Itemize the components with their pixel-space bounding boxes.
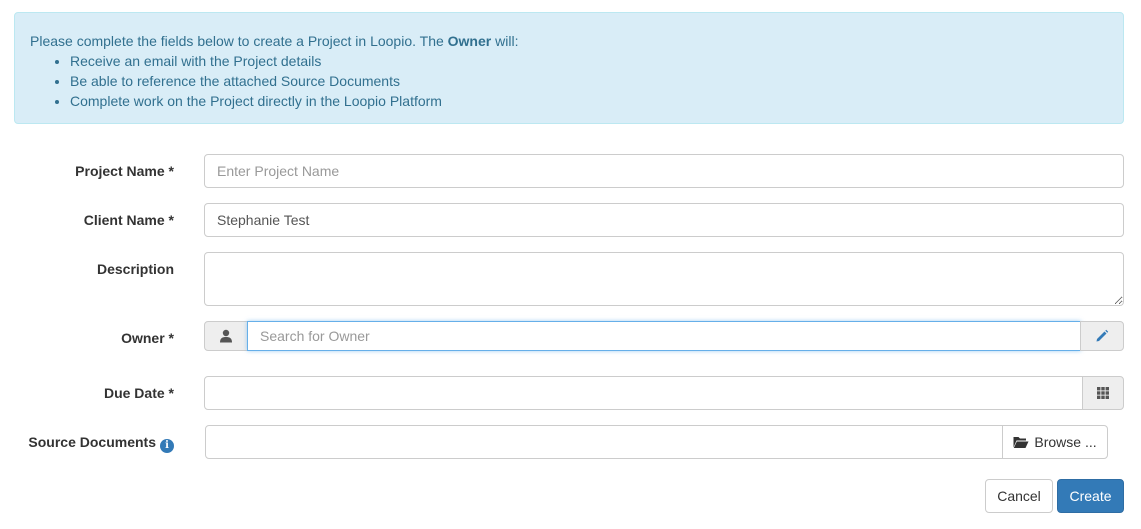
pencil-icon bbox=[1096, 329, 1109, 342]
project-name-input[interactable] bbox=[204, 154, 1124, 188]
client-name-label: Client Name * bbox=[83, 212, 174, 228]
owner-addon bbox=[204, 321, 248, 351]
client-name-input[interactable] bbox=[204, 203, 1124, 237]
project-name-label: Project Name * bbox=[75, 163, 174, 179]
info-icon[interactable]: i bbox=[160, 438, 174, 453]
description-textarea[interactable] bbox=[204, 252, 1124, 306]
intro-owner-strong: Owner bbox=[447, 33, 492, 49]
description-label: Description bbox=[96, 261, 174, 277]
cancel-button[interactable]: Cancel bbox=[985, 479, 1053, 513]
create-button[interactable]: Create bbox=[1057, 479, 1124, 513]
calendar-grid-icon bbox=[1097, 387, 1109, 399]
browse-label: Browse ... bbox=[1034, 434, 1097, 450]
source-documents-input[interactable] bbox=[205, 425, 1005, 459]
user-icon bbox=[220, 329, 232, 343]
due-date-input[interactable] bbox=[204, 376, 1084, 410]
intro-text: Please complete the fields below to crea… bbox=[30, 33, 519, 49]
owner-label: Owner * bbox=[121, 330, 174, 346]
browse-button[interactable]: Browse ... bbox=[1002, 425, 1108, 459]
intro-bullet: Complete work on the Project directly in… bbox=[70, 91, 1108, 111]
due-date-label: Due Date * bbox=[103, 385, 174, 401]
folder-open-icon bbox=[1013, 436, 1029, 448]
owner-search-input[interactable] bbox=[247, 321, 1081, 351]
intro-bullet: Receive an email with the Project detail… bbox=[70, 51, 1108, 71]
intro-bullet: Be able to reference the attached Source… bbox=[70, 71, 1108, 91]
source-documents-label: Source Documents i bbox=[28, 434, 174, 453]
info-alert: Please complete the fields below to crea… bbox=[14, 12, 1124, 124]
calendar-button[interactable] bbox=[1082, 376, 1124, 410]
intro-bullet-list: Receive an email with the Project detail… bbox=[30, 51, 1108, 111]
owner-edit-button[interactable] bbox=[1080, 321, 1124, 351]
